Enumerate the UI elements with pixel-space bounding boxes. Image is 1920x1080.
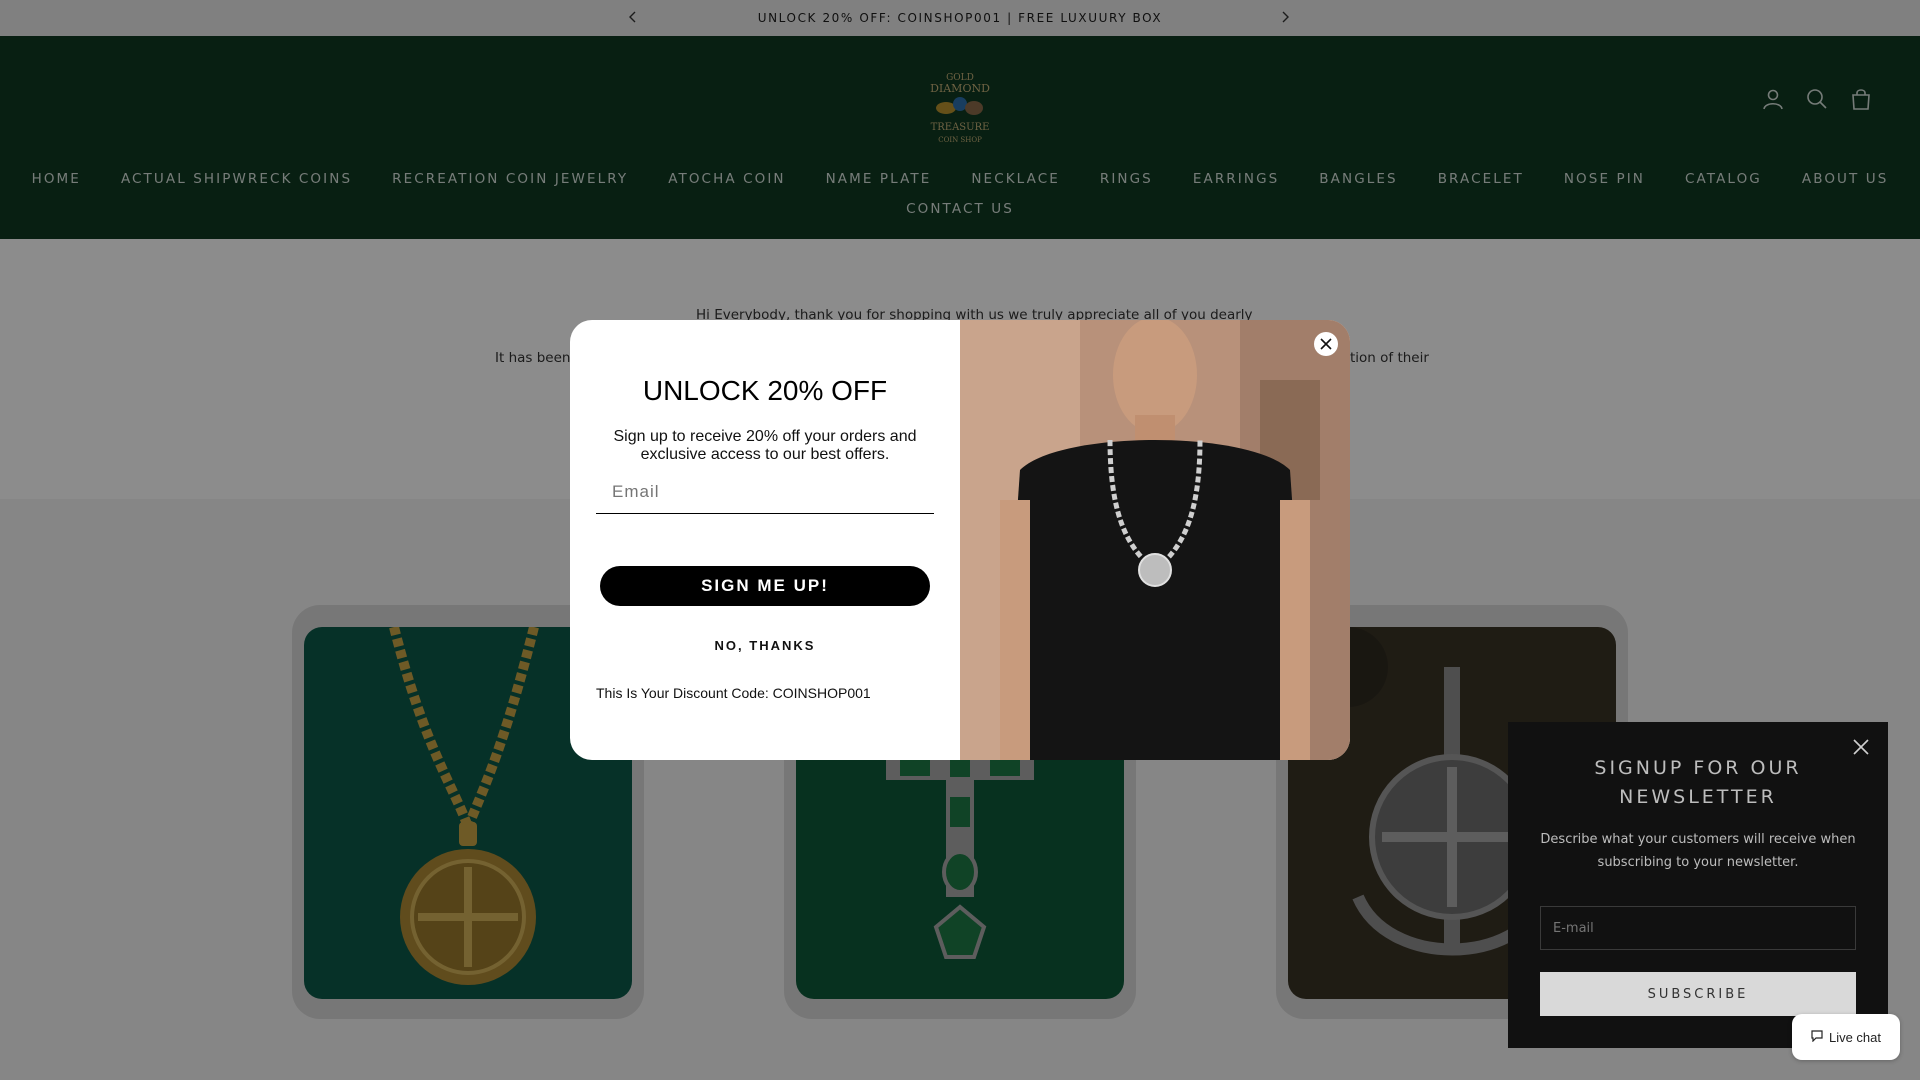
newsletter-popup: SIGNUP FOR OUR NEWSLETTER Describe what … (1508, 722, 1888, 1048)
no-thanks-button[interactable]: NO, THANKS (570, 638, 960, 653)
newsletter-title-line-2: NEWSLETTER (1619, 786, 1777, 808)
newsletter-title: SIGNUP FOR OUR NEWSLETTER (1508, 754, 1888, 812)
popup-subtitle: Sign up to receive 20% off your orders a… (613, 428, 917, 463)
chat-bubble-icon (1811, 1029, 1823, 1045)
popup-form-panel: UNLOCK 20% OFF Sign up to receive 20% of… (570, 320, 960, 760)
live-chat-label: Live chat (1828, 1029, 1882, 1045)
sign-me-up-button[interactable]: SIGN ME UP! (600, 566, 930, 606)
popup-close-icon[interactable] (1314, 332, 1338, 356)
live-chat-button[interactable]: Live chat (1792, 1014, 1900, 1060)
newsletter-description: Describe what your customers will receiv… (1540, 832, 1856, 870)
popup-email-input[interactable] (596, 470, 934, 514)
discount-popup: UNLOCK 20% OFF Sign up to receive 20% of… (570, 320, 1350, 760)
popup-title: UNLOCK 20% OFF (642, 375, 888, 406)
discount-code-text: This Is Your Discount Code: COINSHOP001 (596, 685, 871, 701)
newsletter-title-line-1: SIGNUP FOR OUR (1594, 757, 1802, 779)
popup-image (960, 320, 1350, 760)
subscribe-button[interactable]: SUBSCRIBE (1540, 972, 1856, 1016)
newsletter-email-input[interactable] (1540, 906, 1856, 950)
